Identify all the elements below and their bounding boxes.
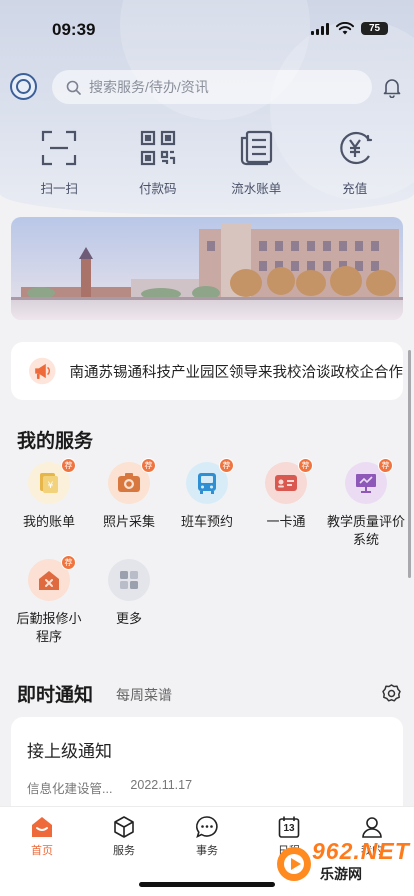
gear-icon[interactable] [382, 684, 401, 703]
notice-card-title: 接上级通知 [27, 742, 112, 761]
quick-actions: 扫一扫 付款码 流水账单 充值 [0, 130, 414, 197]
service-label: 我的账单 [22, 514, 75, 529]
service-logistics-repair[interactable]: 荐 后勤报修小程序 [8, 555, 90, 646]
quick-action-label: 充值 [342, 182, 368, 196]
qr-code-icon [140, 130, 175, 166]
news-headline: 南通苏锡通科技产业园区领导来我校洽谈政校企合作 [69, 364, 404, 381]
megaphone-icon [29, 357, 56, 385]
quick-action-label: 扫一扫 [40, 182, 78, 196]
school-logo[interactable] [10, 73, 37, 100]
bus-icon: 荐 [186, 458, 234, 504]
search-icon [66, 80, 81, 95]
campus-banner[interactable] [11, 217, 403, 320]
tab-label: 服务 [113, 845, 135, 857]
quick-action-recharge[interactable]: 充值 [310, 130, 400, 197]
watermark-logo [277, 847, 311, 881]
scrollbar[interactable] [408, 350, 411, 578]
service-label: 教学质量评价系统 [326, 514, 405, 547]
tab-home[interactable]: 首页 [7, 815, 77, 858]
campus-photo [11, 217, 403, 320]
watermark-text: 962.NET [312, 838, 410, 864]
notice-card[interactable]: 接上级通知 信息化建设管... 2022.11.17 [11, 717, 403, 817]
header-row [0, 70, 414, 104]
bill-icon: ¥ 荐 [28, 458, 76, 504]
wifi-icon [336, 22, 354, 35]
recommend-badge: 荐 [141, 458, 156, 473]
service-label: 班车预约 [180, 514, 233, 529]
battery-icon: 75 [361, 22, 388, 35]
notice-meta: 信息化建设管... 2022.11.17 [27, 778, 387, 797]
service-teaching-evaluation[interactable]: 荐 教学质量评价系统 [322, 458, 410, 549]
recommend-badge: 荐 [61, 458, 76, 473]
service-label: 一卡通 [266, 514, 306, 529]
presentation-icon: 荐 [345, 458, 393, 504]
status-time: 09:39 [52, 20, 96, 39]
service-photo-collection[interactable]: 荐 照片采集 [88, 458, 170, 531]
bell-icon[interactable] [382, 77, 402, 98]
service-label: 照片采集 [102, 514, 155, 529]
camera-icon: 荐 [108, 458, 156, 504]
house-repair-icon: 荐 [28, 555, 76, 601]
service-my-bill[interactable]: ¥ 荐 我的账单 [8, 458, 90, 531]
search-bar[interactable] [52, 70, 372, 104]
notice-section-title[interactable]: 即时通知 [17, 680, 93, 707]
watermark: 962.NET 乐游网 [274, 836, 410, 892]
calendar-day: 13 [283, 823, 295, 834]
recommend-badge: 荐 [219, 458, 234, 473]
card-icon: 荐 [265, 458, 313, 504]
cellular-signal-icon [311, 22, 329, 35]
tab-label: 首页 [31, 845, 53, 857]
quick-action-pay-code[interactable]: 付款码 [113, 130, 203, 197]
notice-source: 信息化建设管... [27, 782, 113, 796]
tab-services[interactable]: 服务 [89, 815, 159, 858]
service-label: 更多 [115, 611, 142, 626]
quick-action-label: 付款码 [138, 182, 177, 196]
home-icon [32, 817, 52, 837]
tab-weekly-menu[interactable]: 每周菜谱 [116, 685, 172, 705]
cube-icon [114, 816, 134, 838]
more-grid-icon [108, 559, 150, 601]
services-section-title: 我的服务 [17, 431, 94, 452]
status-bar: 09:39 75 [0, 0, 414, 60]
news-card[interactable]: 南通苏锡通科技产业园区领导来我校洽谈政校企合作 [11, 342, 403, 400]
quick-action-label: 流水账单 [231, 182, 282, 196]
service-more[interactable]: 更多 [88, 559, 170, 628]
status-icons: 75 [311, 22, 388, 35]
recommend-badge: 荐 [61, 555, 76, 570]
home-indicator [139, 882, 275, 887]
recommend-badge: 荐 [378, 458, 393, 473]
yuan-recharge-icon [339, 131, 372, 165]
notice-date: 2022.11.17 [130, 778, 193, 792]
ledger-icon [241, 130, 273, 166]
chat-icon [196, 816, 218, 839]
svg-text:¥: ¥ [48, 481, 54, 491]
notice-header: 即时通知 每周菜谱 [0, 680, 414, 708]
tab-label: 事务 [196, 845, 218, 857]
tab-affairs[interactable]: 事务 [172, 815, 242, 858]
service-label: 后勤报修小程序 [16, 611, 82, 644]
quick-action-scan[interactable]: 扫一扫 [14, 130, 104, 197]
quick-action-statement[interactable]: 流水账单 [211, 130, 301, 197]
service-shuttle-booking[interactable]: 荐 班车预约 [166, 458, 248, 531]
watermark-subtext: 乐游网 [320, 866, 362, 882]
recommend-badge: 荐 [298, 458, 313, 473]
search-input[interactable] [89, 79, 339, 95]
service-campus-card[interactable]: 荐 一卡通 [245, 458, 327, 531]
scan-icon [42, 130, 77, 166]
